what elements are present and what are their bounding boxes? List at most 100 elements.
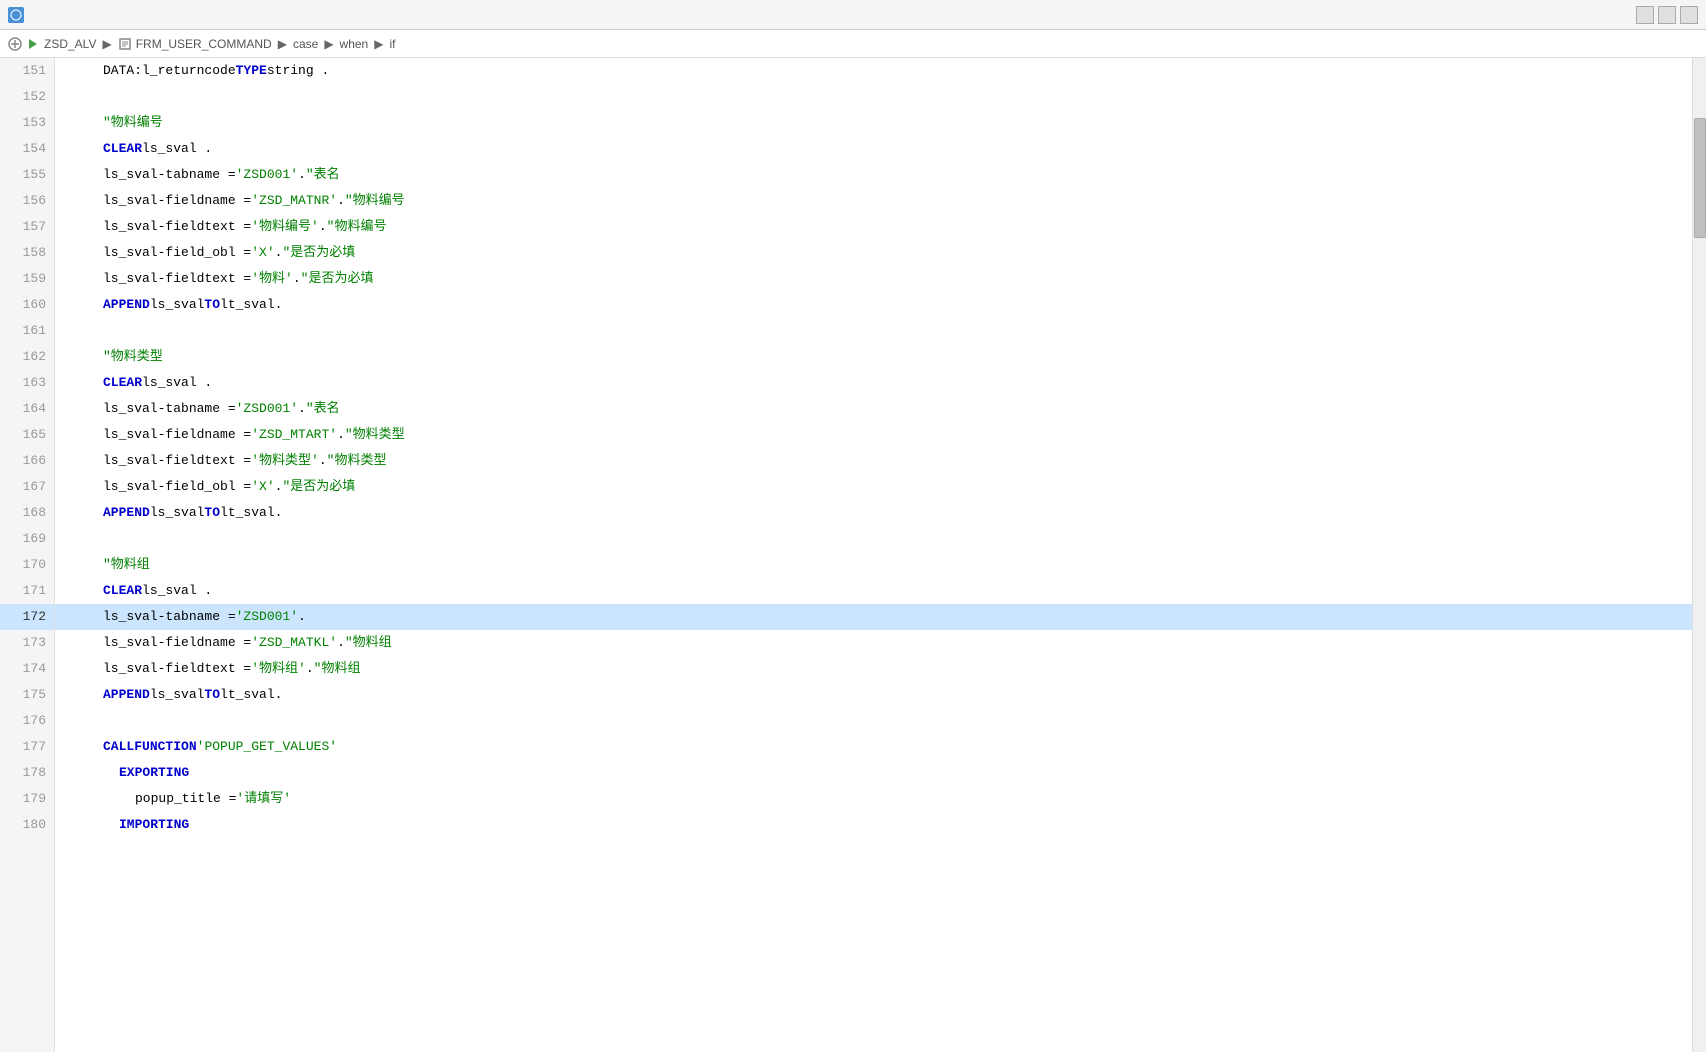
plain-text: ls_sval-fieldname =: [103, 422, 251, 448]
keyword-exporting: EXPORTING: [119, 760, 189, 786]
comment-text: "表名: [306, 396, 340, 422]
code-line-175: APPEND ls_sval TO lt_sval.: [55, 682, 1692, 708]
code-line-180: IMPORTING: [55, 812, 1692, 838]
scrollbar-thumb[interactable]: [1694, 118, 1706, 238]
breadcrumb-item-3[interactable]: when: [340, 37, 369, 51]
comment-text: "是否为必填: [282, 240, 355, 266]
breadcrumb-item-2[interactable]: case: [293, 37, 318, 51]
code-line-173: ls_sval-fieldname = 'ZSD_MATKL'. "物料组: [55, 630, 1692, 656]
line-number-165: 165: [0, 422, 54, 448]
code-line-176: [55, 708, 1692, 734]
code-line-154: CLEAR ls_sval .: [55, 136, 1692, 162]
breadcrumb: ZSD_ALV ▶ FRM_USER_COMMAND ▶ case ▶ when…: [0, 30, 1706, 58]
plain-text: lt_sval.: [220, 500, 282, 526]
breadcrumb-item-4[interactable]: if: [389, 37, 395, 51]
line-number-156: 156: [0, 188, 54, 214]
code-line-165: ls_sval-fieldname = 'ZSD_MTART' . "物料类型: [55, 422, 1692, 448]
line-number-174: 174: [0, 656, 54, 682]
main-window: ZSD_ALV ▶ FRM_USER_COMMAND ▶ case ▶ when…: [0, 0, 1706, 1052]
plain-text: ls_sval-fieldtext =: [103, 656, 251, 682]
code-line-162: "物料类型: [55, 344, 1692, 370]
string-literal: '物料编号': [251, 214, 319, 240]
code-line-167: ls_sval-field_obl = 'X' . "是否为必填: [55, 474, 1692, 500]
line-number-173: 173: [0, 630, 54, 656]
line-number-179: 179: [0, 786, 54, 812]
line-number-160: 160: [0, 292, 54, 318]
plain-text: ls_sval .: [142, 370, 212, 396]
string-literal: 'ZSD_MATKL': [251, 630, 337, 656]
code-line-164: ls_sval-tabname = 'ZSD001' . "表名: [55, 396, 1692, 422]
maximize-button[interactable]: [1680, 6, 1698, 24]
code-line-158: ls_sval-field_obl = 'X' . "是否为必填: [55, 240, 1692, 266]
plain-text: .: [337, 188, 345, 214]
code-line-160: APPEND ls_sval TO lt_sval.: [55, 292, 1692, 318]
keyword-type: TYPE: [236, 58, 267, 84]
line-number-161: 161: [0, 318, 54, 344]
breadcrumb-item-1[interactable]: FRM_USER_COMMAND: [136, 37, 272, 51]
plain-text: .: [319, 448, 327, 474]
plain-text: .: [298, 604, 306, 630]
string-literal: '物料类型': [251, 448, 319, 474]
plain-text: ls_sval-fieldtext =: [103, 448, 251, 474]
line-number-175: 175: [0, 682, 54, 708]
restore-button[interactable]: [1658, 6, 1676, 24]
plain-text: ls_sval .: [142, 578, 212, 604]
line-numbers: 1511521531541551561571581591601611621631…: [0, 58, 55, 1052]
string-literal: 'X': [251, 240, 274, 266]
code-line-152: [55, 84, 1692, 110]
line-number-171: 171: [0, 578, 54, 604]
code-area[interactable]: DATA:l_returncode TYPE string ."物料编号CLEA…: [55, 58, 1692, 1052]
keyword-append: APPEND: [103, 500, 150, 526]
plain-text: .: [293, 266, 301, 292]
plain-text: popup_title =: [135, 786, 236, 812]
code-line-153: "物料编号: [55, 110, 1692, 136]
string-literal: 'ZSD_MATNR': [251, 188, 337, 214]
plain-text: .: [275, 474, 283, 500]
string-literal: 'ZSD001': [236, 396, 298, 422]
line-number-178: 178: [0, 760, 54, 786]
comment-text: "物料类型: [103, 344, 163, 370]
string-literal: 'ZSD001': [236, 604, 298, 630]
plain-text: DATA:l_returncode: [103, 58, 236, 84]
code-line-166: ls_sval-fieldtext = '物料类型' . "物料类型: [55, 448, 1692, 474]
keyword-clear: CLEAR: [103, 136, 142, 162]
comment-text: "物料组: [314, 656, 361, 682]
plain-text: ls_sval-tabname =: [103, 396, 236, 422]
line-number-166: 166: [0, 448, 54, 474]
minimize-button[interactable]: [1636, 6, 1654, 24]
run-icon: [26, 37, 40, 51]
keyword-to: TO: [204, 682, 220, 708]
code-line-151: DATA:l_returncode TYPE string .: [55, 58, 1692, 84]
line-number-168: 168: [0, 500, 54, 526]
plain-text: ls_sval-fieldtext =: [103, 214, 251, 240]
plain-text: ls_sval-tabname =: [103, 604, 236, 630]
plain-text: string .: [267, 58, 329, 84]
line-number-170: 170: [0, 552, 54, 578]
line-number-163: 163: [0, 370, 54, 396]
plain-text: ls_sval-field_obl =: [103, 240, 251, 266]
plain-text: lt_sval.: [220, 682, 282, 708]
line-number-152: 152: [0, 84, 54, 110]
string-literal: '物料': [251, 266, 293, 292]
keyword-to: TO: [204, 292, 220, 318]
line-number-162: 162: [0, 344, 54, 370]
comment-text: "物料组: [345, 630, 392, 656]
plain-text: ls_sval-fieldname =: [103, 630, 251, 656]
string-literal: '物料组': [251, 656, 306, 682]
plain-text: ls_sval: [150, 682, 205, 708]
keyword-clear: CLEAR: [103, 370, 142, 396]
string-literal: 'X': [251, 474, 274, 500]
code-line-156: ls_sval-fieldname = 'ZSD_MATNR' . "物料编号: [55, 188, 1692, 214]
scrollbar-track[interactable]: [1692, 58, 1706, 1052]
code-line-157: ls_sval-fieldtext = '物料编号' . "物料编号: [55, 214, 1692, 240]
line-number-159: 159: [0, 266, 54, 292]
app-icon: [8, 7, 24, 23]
breadcrumb-item-0[interactable]: ZSD_ALV: [44, 37, 96, 51]
line-number-176: 176: [0, 708, 54, 734]
keyword-append: APPEND: [103, 292, 150, 318]
keyword-function: FUNCTION: [134, 734, 196, 760]
title-bar: [0, 0, 1706, 30]
comment-text: "是否为必填: [301, 266, 374, 292]
keyword-importing: IMPORTING: [119, 812, 189, 838]
plain-text: ls_sval: [150, 500, 205, 526]
